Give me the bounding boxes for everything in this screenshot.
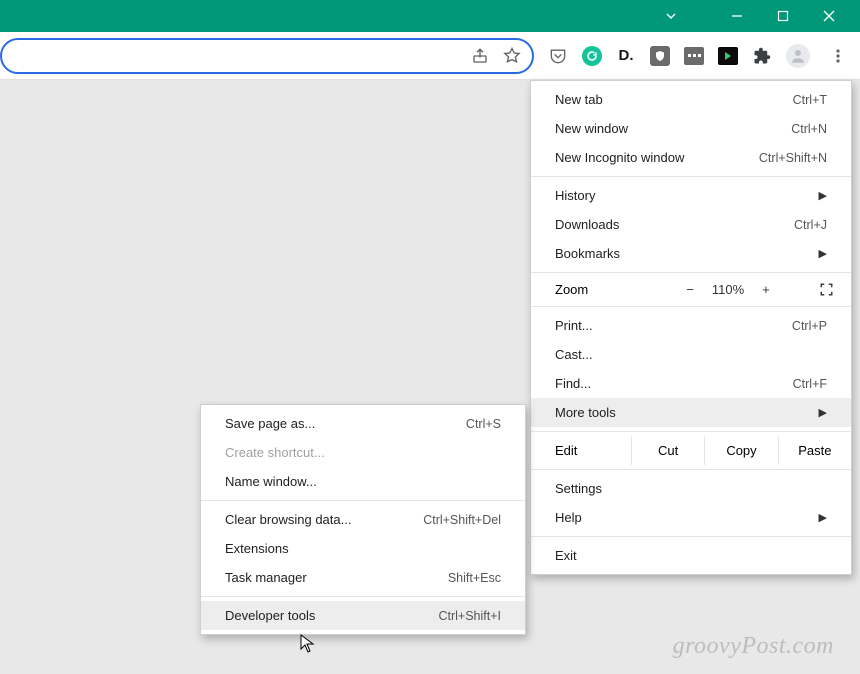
menu-shortcut: Ctrl+Shift+N bbox=[759, 151, 827, 165]
menu-new-tab[interactable]: New tab Ctrl+T bbox=[531, 85, 851, 114]
menu-label: New window bbox=[555, 121, 628, 136]
menu-separator bbox=[531, 536, 851, 537]
fullscreen-button[interactable] bbox=[811, 282, 841, 297]
extensions-puzzle-icon[interactable] bbox=[752, 46, 772, 66]
window-close-button[interactable] bbox=[806, 0, 852, 32]
grammarly-extension-icon[interactable] bbox=[582, 46, 602, 66]
more-tools-submenu: Save page as... Ctrl+S Create shortcut..… bbox=[200, 404, 526, 635]
submenu-create-shortcut: Create shortcut... bbox=[201, 438, 525, 467]
chrome-main-menu: New tab Ctrl+T New window Ctrl+N New Inc… bbox=[530, 80, 852, 575]
ublock-extension-icon[interactable] bbox=[650, 46, 670, 66]
browser-toolbar: D. bbox=[0, 32, 860, 80]
mouse-cursor-icon bbox=[300, 634, 316, 654]
menu-shortcut: Ctrl+P bbox=[792, 319, 827, 333]
address-bar[interactable] bbox=[0, 38, 534, 74]
menu-label: History bbox=[555, 188, 595, 203]
menu-label: More tools bbox=[555, 405, 616, 420]
menu-label: Developer tools bbox=[225, 608, 315, 623]
menu-bookmarks[interactable]: Bookmarks ▶ bbox=[531, 239, 851, 268]
submenu-task-manager[interactable]: Task manager Shift+Esc bbox=[201, 563, 525, 592]
menu-shortcut: Ctrl+Shift+I bbox=[438, 609, 501, 623]
player-extension-icon[interactable] bbox=[718, 47, 738, 65]
submenu-arrow-icon: ▶ bbox=[819, 189, 827, 202]
menu-shortcut: Ctrl+J bbox=[794, 218, 827, 232]
menu-more-tools[interactable]: More tools ▶ bbox=[531, 398, 851, 427]
menu-label: New Incognito window bbox=[555, 150, 684, 165]
menu-label: Save page as... bbox=[225, 416, 315, 431]
submenu-arrow-icon: ▶ bbox=[819, 511, 827, 524]
tab-search-button[interactable] bbox=[648, 0, 694, 32]
menu-shortcut: Ctrl+S bbox=[466, 417, 501, 431]
submenu-arrow-icon: ▶ bbox=[819, 247, 827, 260]
menu-separator bbox=[531, 431, 851, 432]
menu-downloads[interactable]: Downloads Ctrl+J bbox=[531, 210, 851, 239]
submenu-extensions[interactable]: Extensions bbox=[201, 534, 525, 563]
menu-zoom-row: Zoom − 110% + bbox=[531, 277, 851, 302]
menu-label: Help bbox=[555, 510, 582, 525]
menu-separator bbox=[531, 469, 851, 470]
menu-label: Task manager bbox=[225, 570, 307, 585]
edit-cut-button[interactable]: Cut bbox=[631, 436, 704, 465]
edit-copy-button[interactable]: Copy bbox=[704, 436, 777, 465]
chrome-menu-button[interactable] bbox=[824, 42, 852, 70]
submenu-name-window[interactable]: Name window... bbox=[201, 467, 525, 496]
menu-label: Exit bbox=[555, 548, 577, 563]
menu-label: Cast... bbox=[555, 347, 593, 362]
menu-exit[interactable]: Exit bbox=[531, 541, 851, 570]
zoom-in-button[interactable]: + bbox=[762, 282, 770, 297]
submenu-save-page[interactable]: Save page as... Ctrl+S bbox=[201, 409, 525, 438]
extensions-row: D. bbox=[542, 42, 852, 70]
menu-label: Name window... bbox=[225, 474, 317, 489]
menu-label: New tab bbox=[555, 92, 603, 107]
dark-extension-icon[interactable]: D. bbox=[616, 46, 636, 66]
share-icon[interactable] bbox=[470, 46, 490, 66]
edit-paste-button[interactable]: Paste bbox=[778, 436, 851, 465]
menu-shortcut: Ctrl+Shift+Del bbox=[423, 513, 501, 527]
menu-shortcut: Shift+Esc bbox=[448, 571, 501, 585]
window-maximize-button[interactable] bbox=[760, 0, 806, 32]
submenu-developer-tools[interactable]: Developer tools Ctrl+Shift+I bbox=[201, 601, 525, 630]
menu-label: Edit bbox=[531, 436, 631, 465]
menu-print[interactable]: Print... Ctrl+P bbox=[531, 311, 851, 340]
menu-label: Print... bbox=[555, 318, 593, 333]
menu-shortcut: Ctrl+T bbox=[793, 93, 827, 107]
menu-label: Find... bbox=[555, 376, 591, 391]
profile-avatar[interactable] bbox=[786, 44, 810, 68]
dash-extension-icon[interactable] bbox=[684, 47, 704, 65]
window-titlebar bbox=[0, 0, 860, 32]
zoom-out-button[interactable]: − bbox=[686, 282, 694, 297]
menu-settings[interactable]: Settings bbox=[531, 474, 851, 503]
menu-separator bbox=[201, 596, 525, 597]
menu-label: Create shortcut... bbox=[225, 445, 325, 460]
menu-edit-row: Edit Cut Copy Paste bbox=[531, 436, 851, 465]
submenu-arrow-icon: ▶ bbox=[819, 406, 827, 419]
window-minimize-button[interactable] bbox=[714, 0, 760, 32]
submenu-clear-data[interactable]: Clear browsing data... Ctrl+Shift+Del bbox=[201, 505, 525, 534]
menu-label: Downloads bbox=[555, 217, 619, 232]
menu-label: Extensions bbox=[225, 541, 289, 556]
menu-separator bbox=[531, 272, 851, 273]
menu-cast[interactable]: Cast... bbox=[531, 340, 851, 369]
menu-shortcut: Ctrl+F bbox=[793, 377, 827, 391]
menu-separator bbox=[201, 500, 525, 501]
menu-new-window[interactable]: New window Ctrl+N bbox=[531, 114, 851, 143]
menu-shortcut: Ctrl+N bbox=[791, 122, 827, 136]
menu-label: Clear browsing data... bbox=[225, 512, 351, 527]
watermark-text: groovyPost.com bbox=[673, 633, 834, 660]
menu-label: Bookmarks bbox=[555, 246, 620, 261]
bookmark-star-icon[interactable] bbox=[502, 46, 522, 66]
menu-separator bbox=[531, 176, 851, 177]
menu-find[interactable]: Find... Ctrl+F bbox=[531, 369, 851, 398]
menu-label: Zoom bbox=[555, 282, 645, 297]
menu-separator bbox=[531, 306, 851, 307]
zoom-level: 110% bbox=[712, 282, 744, 297]
menu-label: Settings bbox=[555, 481, 602, 496]
pocket-extension-icon[interactable] bbox=[548, 46, 568, 66]
menu-help[interactable]: Help ▶ bbox=[531, 503, 851, 532]
menu-new-incognito[interactable]: New Incognito window Ctrl+Shift+N bbox=[531, 143, 851, 172]
menu-history[interactable]: History ▶ bbox=[531, 181, 851, 210]
